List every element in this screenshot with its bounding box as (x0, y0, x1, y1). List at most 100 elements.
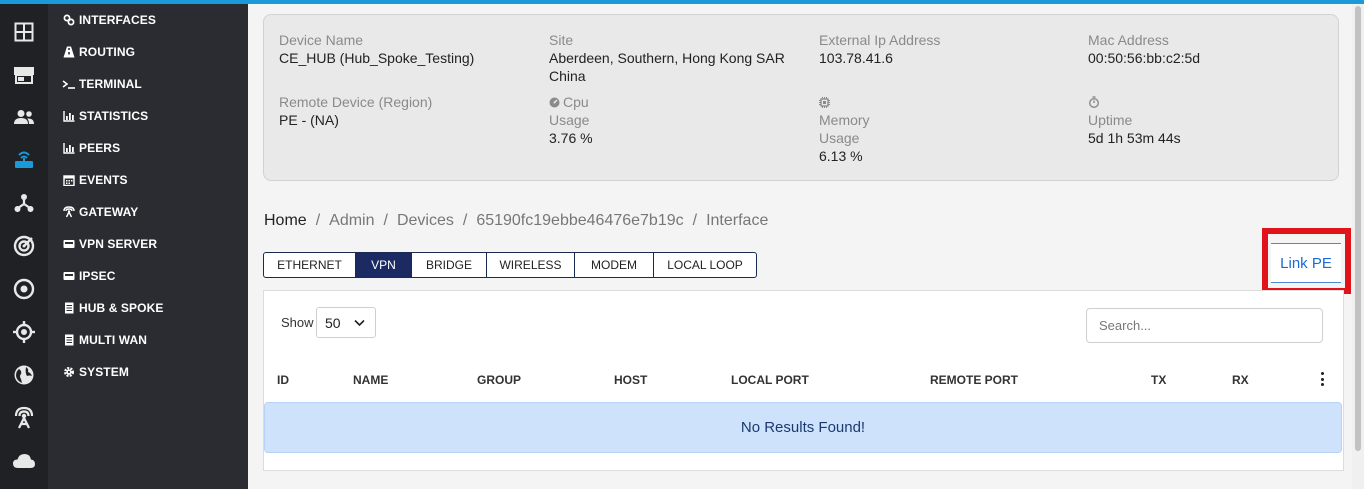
antenna-icon[interactable] (0, 402, 48, 434)
show-label: Show (281, 315, 314, 330)
cpu-usage-value: 3.76 % (549, 130, 593, 146)
link-pe-button[interactable]: Link PE (1271, 243, 1341, 283)
menu-item-system[interactable]: SYSTEM (62, 362, 129, 382)
column-header-tx[interactable]: TX (1151, 373, 1166, 387)
document-icon (62, 302, 76, 314)
menu-item-label: MULTI WAN (79, 333, 147, 347)
menu-item-events[interactable]: EVENTS (62, 170, 128, 190)
external-ip-field: External Ip Address 103.78.41.6 (819, 31, 940, 67)
cloud-icon[interactable] (0, 445, 48, 477)
menu-item-routing[interactable]: ROUTING (62, 42, 135, 62)
gateway-icon (62, 206, 76, 218)
memory-usage-value: 6.13 % (819, 148, 863, 164)
interface-tabs: ETHERNET VPN BRIDGE WIRELESS MODEM LOCAL… (263, 252, 757, 278)
breadcrumb-admin[interactable]: Admin (329, 212, 374, 230)
scrollbar-thumb[interactable] (1355, 6, 1361, 451)
site-field: Site Aberdeen, Southern, Hong Kong SAR C… (549, 31, 785, 85)
store-icon[interactable] (0, 59, 48, 91)
device-name-label: Device Name (279, 32, 364, 48)
breadcrumb-current: Interface (706, 212, 769, 229)
menu-item-multi-wan[interactable]: MULTI WAN (62, 330, 147, 350)
vpn-icon (62, 238, 76, 250)
breadcrumb-device-id[interactable]: 65190fc19ebbe46476e7b19c (476, 212, 683, 230)
tab-bridge[interactable]: BRIDGE (412, 252, 487, 278)
users-icon[interactable] (0, 101, 48, 133)
column-header-local-port[interactable]: LOCAL PORT (731, 373, 809, 387)
gear-icon (62, 366, 76, 378)
menu-item-label: IPSEC (79, 269, 116, 283)
page-scrollbar[interactable] (1352, 4, 1364, 489)
breadcrumb: Home / Admin / Devices / 65190fc19ebbe46… (264, 210, 768, 232)
page-size-select[interactable]: 50 (316, 307, 376, 338)
menu-item-label: TERMINAL (79, 77, 142, 91)
bar-chart-icon (62, 110, 76, 122)
vpn-icon (62, 270, 76, 282)
breadcrumb-separator: / (315, 212, 321, 229)
icon-rail (0, 4, 48, 489)
menu-item-label: ROUTING (79, 45, 136, 59)
column-header-remote-port[interactable]: REMOTE PORT (930, 373, 1018, 387)
menu-item-interfaces[interactable]: INTERFACES (62, 10, 156, 30)
radar-icon[interactable] (0, 230, 48, 262)
menu-item-label: PEERS (79, 141, 121, 155)
uptime-field: Uptime 5d 1h 53m 44s (1088, 93, 1181, 147)
menu-item-statistics[interactable]: STATISTICS (62, 106, 148, 126)
menu-item-label: GATEWAY (79, 205, 139, 219)
terminal-icon (62, 78, 76, 90)
dashboard-grid-icon[interactable] (0, 16, 48, 48)
menu-item-ipsec[interactable]: IPSEC (62, 266, 116, 286)
memory-usage-field: Memory Usage 6.13 % (819, 93, 870, 165)
breadcrumb-separator: / (462, 212, 468, 229)
menu-item-terminal[interactable]: TERMINAL (62, 74, 142, 94)
column-header-host[interactable]: HOST (614, 373, 647, 387)
menu-item-peers[interactable]: PEERS (62, 138, 120, 158)
uptime-value: 5d 1h 53m 44s (1088, 130, 1181, 146)
memory-usage-label: Usage (819, 130, 860, 146)
mac-address-value: 00:50:56:bb:c2:5d (1088, 50, 1201, 66)
breadcrumb-home[interactable]: Home (264, 212, 307, 230)
mac-address-label: Mac Address (1088, 32, 1169, 48)
menu-item-gateway[interactable]: GATEWAY (62, 202, 138, 222)
crosshair-icon[interactable] (0, 316, 48, 348)
network-nodes-icon[interactable] (0, 187, 48, 219)
menu-item-hub-spoke[interactable]: HUB & SPOKE (62, 298, 163, 318)
site-value-line2: China (549, 68, 586, 84)
router-icon[interactable] (0, 144, 48, 176)
column-header-id[interactable]: ID (277, 373, 289, 387)
circle-dot-icon[interactable] (0, 273, 48, 305)
tab-ethernet[interactable]: ETHERNET (263, 252, 356, 278)
cpu-usage-field: Cpu Usage 3.76 % (549, 93, 593, 147)
column-header-rx[interactable]: RX (1232, 373, 1249, 387)
cpu-label: Cpu (563, 94, 589, 110)
device-name-value: CE_HUB (Hub_Spoke_Testing) (279, 50, 475, 66)
column-header-group[interactable]: GROUP (477, 373, 521, 387)
menu-item-label: HUB & SPOKE (79, 301, 164, 315)
breadcrumb-separator: / (383, 212, 388, 229)
tab-vpn[interactable]: VPN (356, 252, 412, 278)
link-icon (62, 14, 76, 26)
menu-item-label: SYSTEM (79, 365, 129, 379)
more-options-icon[interactable] (1319, 372, 1325, 386)
tab-local-loop[interactable]: LOCAL LOOP (654, 252, 757, 278)
column-header-name[interactable]: NAME (353, 373, 388, 387)
page-size-value: 50 (325, 314, 341, 331)
external-ip-value: 103.78.41.6 (819, 50, 893, 66)
document-icon (62, 334, 76, 346)
bar-chart-icon (62, 142, 76, 154)
search-input[interactable] (1086, 308, 1323, 343)
tab-modem[interactable]: MODEM (575, 252, 654, 278)
routing-icon (62, 46, 76, 58)
menu-item-label: VPN SERVER (79, 237, 158, 251)
stopwatch-icon (1088, 96, 1100, 108)
external-ip-label: External Ip Address (819, 32, 941, 48)
globe-icon[interactable] (0, 359, 48, 391)
memory-chip-icon (819, 96, 830, 108)
tab-wireless[interactable]: WIRELESS (487, 252, 575, 278)
device-name-field: Device Name CE_HUB (Hub_Spoke_Testing) (279, 31, 474, 67)
memory-label: Memory (819, 112, 870, 128)
site-value-line1: Aberdeen, Southern, Hong Kong SAR (549, 50, 785, 66)
breadcrumb-devices[interactable]: Devices (397, 212, 454, 230)
menu-item-vpn-server[interactable]: VPN SERVER (62, 234, 157, 254)
menu-item-label: EVENTS (79, 173, 128, 187)
cpu-usage-label: Usage (549, 112, 590, 128)
